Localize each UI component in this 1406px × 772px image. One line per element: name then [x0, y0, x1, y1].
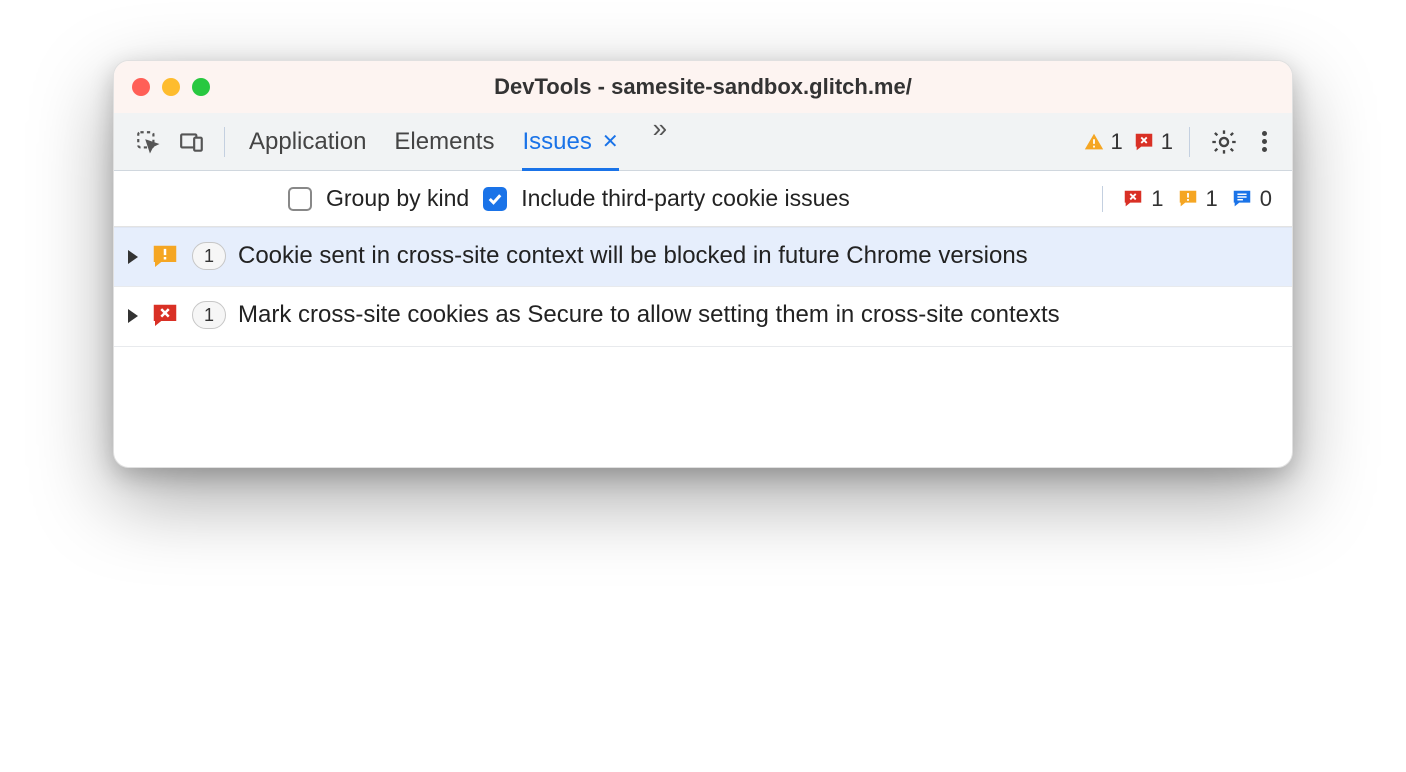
warnings-indicator[interactable]: 1	[1083, 129, 1123, 155]
empty-area	[114, 347, 1292, 467]
issue-title: Cookie sent in cross-site context will b…	[238, 240, 1272, 272]
settings-button[interactable]	[1206, 124, 1242, 160]
error-speech-icon	[150, 301, 180, 331]
tab-application[interactable]: Application	[249, 113, 366, 170]
more-tabs-button[interactable]: »	[647, 113, 667, 170]
group-by-kind-label: Group by kind	[326, 185, 469, 212]
inspect-element-icon[interactable]	[130, 124, 166, 160]
separator	[1102, 186, 1103, 212]
separator	[1189, 127, 1190, 157]
tab-label: Application	[249, 128, 366, 156]
count-value: 0	[1260, 186, 1272, 212]
disclosure-triangle-icon[interactable]	[128, 309, 138, 323]
count-value: 1	[1206, 186, 1218, 212]
close-window-button[interactable]	[132, 78, 150, 96]
issues-filter-bar: Group by kind Include third-party cookie…	[114, 171, 1292, 227]
issue-count-badge: 1	[192, 242, 226, 270]
info-issues-count[interactable]: 0	[1230, 186, 1272, 212]
issue-kind-counts: 1 1 0	[1096, 186, 1272, 212]
tab-label: Issues	[522, 128, 591, 156]
warning-speech-icon	[150, 242, 180, 272]
issue-row[interactable]: 1 Cookie sent in cross-site context will…	[114, 227, 1292, 287]
issue-count-badge: 1	[192, 301, 226, 329]
tab-label: Elements	[394, 128, 494, 156]
include-third-party-label: Include third-party cookie issues	[521, 185, 850, 212]
include-third-party-checkbox[interactable]	[483, 187, 507, 211]
group-by-kind-checkbox[interactable]	[288, 187, 312, 211]
close-tab-icon[interactable]: ✕	[602, 129, 619, 154]
count-value: 1	[1151, 186, 1163, 212]
titlebar: DevTools - samesite-sandbox.glitch.me/	[114, 61, 1292, 113]
error-issues-count[interactable]: 1	[1121, 186, 1163, 212]
devtools-window: DevTools - samesite-sandbox.glitch.me/ A…	[113, 60, 1293, 468]
warning-issues-count[interactable]: 1	[1176, 186, 1218, 212]
tab-issues[interactable]: Issues ✕	[522, 113, 618, 170]
panel-tabs: Application Elements Issues ✕ »	[249, 113, 1075, 170]
toolbar-right: 1 1	[1083, 124, 1277, 160]
errors-indicator[interactable]: 1	[1133, 129, 1173, 155]
tab-elements[interactable]: Elements	[394, 113, 494, 170]
minimize-window-button[interactable]	[162, 78, 180, 96]
main-toolbar: Application Elements Issues ✕ » 1 1	[114, 113, 1292, 171]
window-title: DevTools - samesite-sandbox.glitch.me/	[114, 74, 1292, 100]
device-toolbar-icon[interactable]	[174, 124, 210, 160]
issues-list: 1 Cookie sent in cross-site context will…	[114, 227, 1292, 347]
issue-row[interactable]: 1 Mark cross-site cookies as Secure to a…	[114, 287, 1292, 346]
traffic-lights	[132, 78, 210, 96]
errors-count: 1	[1161, 129, 1173, 155]
more-options-button[interactable]	[1252, 130, 1276, 154]
warnings-count: 1	[1111, 129, 1123, 155]
issue-title: Mark cross-site cookies as Secure to all…	[238, 299, 1272, 331]
separator	[224, 127, 225, 157]
maximize-window-button[interactable]	[192, 78, 210, 96]
disclosure-triangle-icon[interactable]	[128, 250, 138, 264]
